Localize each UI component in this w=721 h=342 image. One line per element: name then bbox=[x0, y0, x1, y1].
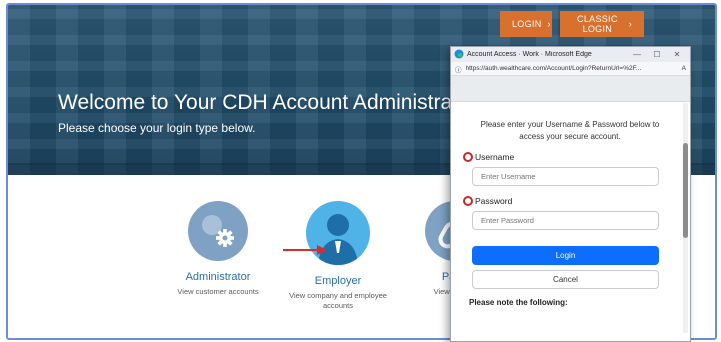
login-popup-window: Account Access · Work · Microsoft Edge —… bbox=[450, 46, 691, 342]
chevron-right-icon: › bbox=[547, 19, 551, 29]
administrator-title: Administrator bbox=[185, 271, 251, 283]
employer-title: Employer bbox=[314, 275, 362, 287]
administrator-description: View customer accounts bbox=[177, 287, 259, 296]
password-label-row: Password bbox=[463, 196, 677, 207]
scrollbar-track[interactable] bbox=[683, 103, 688, 333]
note-heading: Please note the following: bbox=[469, 298, 568, 308]
scrollbar-thumb[interactable] bbox=[683, 143, 688, 238]
highlight-circle-icon bbox=[463, 196, 473, 207]
administrator-card[interactable]: Administrator View customer accounts bbox=[163, 201, 273, 297]
password-label: Password bbox=[475, 196, 513, 207]
close-icon[interactable]: ✕ bbox=[667, 50, 687, 59]
cancel-button[interactable]: Cancel bbox=[472, 270, 659, 290]
chevron-right-icon: › bbox=[628, 19, 632, 29]
popup-header-strip bbox=[451, 76, 690, 102]
employer-card[interactable]: Employer View company and employee accou… bbox=[283, 201, 393, 311]
info-icon[interactable]: ⓘ bbox=[455, 64, 462, 74]
popup-window-title: Account Access · Work · Microsoft Edge bbox=[467, 51, 592, 58]
classic-login-button[interactable]: CLASSIC LOGIN › bbox=[560, 11, 644, 37]
password-input[interactable] bbox=[472, 211, 659, 231]
username-input[interactable] bbox=[472, 167, 659, 187]
popup-titlebar: Account Access · Work · Microsoft Edge —… bbox=[451, 47, 690, 62]
login-form: Please enter your Username & Password be… bbox=[463, 107, 677, 307]
address-url: https://auth.wealthcare.com/Account/Logi… bbox=[465, 65, 642, 72]
gear-icon bbox=[188, 201, 248, 261]
arrow-right-icon bbox=[283, 245, 327, 255]
login-instructions: Please enter your Username & Password be… bbox=[480, 120, 660, 141]
maximize-icon[interactable]: ☐ bbox=[647, 50, 667, 59]
login-button[interactable]: LOGIN › bbox=[500, 11, 552, 37]
employer-description: View company and employee accounts bbox=[289, 291, 387, 311]
username-label-row: Username bbox=[463, 152, 677, 163]
login-submit-button[interactable]: Login bbox=[472, 246, 659, 266]
address-bar[interactable]: ⓘ https://auth.wealthcare.com/Account/Lo… bbox=[451, 62, 690, 76]
highlight-circle-icon bbox=[463, 152, 473, 163]
minimize-icon[interactable]: — bbox=[627, 50, 647, 59]
classic-login-button-label: CLASSIC LOGIN bbox=[577, 14, 618, 34]
login-button-label: LOGIN bbox=[512, 19, 542, 29]
page-subtitle: Please choose your login type below. bbox=[58, 121, 256, 135]
edge-browser-icon bbox=[454, 49, 464, 61]
read-aloud-icon[interactable]: A bbox=[682, 65, 686, 72]
person-icon bbox=[306, 201, 370, 265]
username-label: Username bbox=[475, 152, 515, 163]
